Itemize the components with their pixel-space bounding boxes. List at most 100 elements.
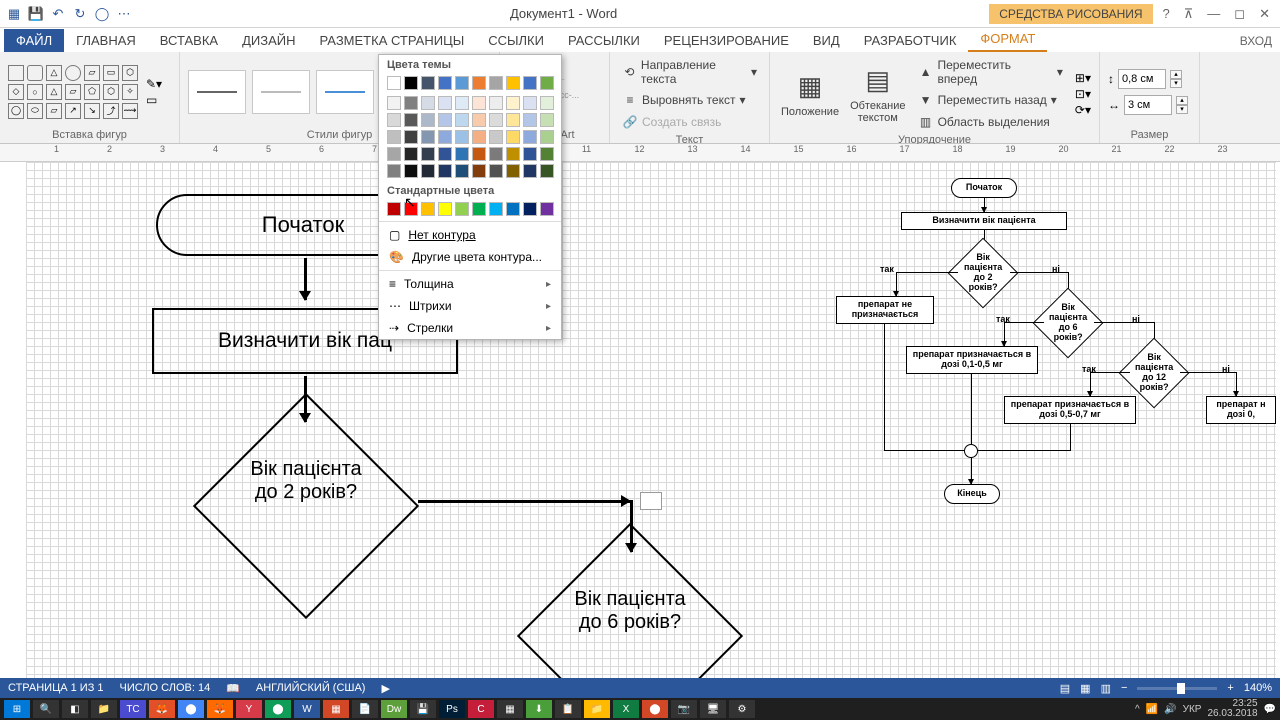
edit-shape-icon[interactable]: ✎▾: [146, 77, 162, 91]
ribbon-collapse-icon[interactable]: ⊼: [1184, 6, 1194, 22]
tab-dev[interactable]: РАЗРАБОТЧИК: [852, 29, 969, 52]
send-backward-button[interactable]: ▼Переместить назад▾: [914, 90, 1067, 110]
taskbar: ⊞ 🔍 ◧ 📁 TC 🦊 ⬤ 🦊 Y ⬤ W ▦ 📄 Dw 💾 Ps C ▦ ⬇…: [0, 698, 1280, 720]
width-input[interactable]: ↔▴▾: [1108, 95, 1188, 115]
tab-refs[interactable]: ССЫЛКИ: [476, 29, 556, 52]
tb-app[interactable]: 📷: [671, 700, 697, 718]
align-text-button[interactable]: ≡Выровнять текст▾: [618, 90, 761, 110]
tab-design[interactable]: ДИЗАЙН: [230, 29, 307, 52]
bring-forward-button[interactable]: ▲Переместить вперед▾: [914, 56, 1067, 88]
weight-item[interactable]: ≡Толщина▸: [379, 273, 561, 295]
minimize-icon[interactable]: —: [1207, 6, 1220, 22]
group-label: Размер: [1108, 127, 1191, 141]
page-indicator[interactable]: СТРАНИЦА 1 ИЗ 1: [8, 682, 104, 694]
tb-word[interactable]: W: [294, 700, 320, 718]
dashes-item[interactable]: ⋯Штрихи▸: [379, 295, 561, 317]
tb-app[interactable]: X: [613, 700, 639, 718]
tb-app[interactable]: 🦊: [207, 700, 233, 718]
save-icon[interactable]: 💾: [28, 6, 44, 22]
tb-app[interactable]: 🖥: [700, 700, 726, 718]
restore-icon[interactable]: ◻: [1234, 6, 1245, 22]
selection-handle[interactable]: [640, 492, 662, 510]
tb-app[interactable]: ⚙: [729, 700, 755, 718]
view-print-icon[interactable]: ▦: [1080, 682, 1090, 695]
selection-pane-button[interactable]: ▥Область выделения: [914, 112, 1067, 132]
tb-app[interactable]: ⬇: [526, 700, 552, 718]
tab-home[interactable]: ГЛАВНАЯ: [64, 29, 148, 52]
document-canvas[interactable]: Початок Визначити вік пац Вік пацієнтадо…: [0, 162, 1280, 680]
start-button[interactable]: ⊞: [4, 700, 30, 718]
tb-app[interactable]: C: [468, 700, 494, 718]
zoom-out-icon[interactable]: −: [1121, 682, 1127, 694]
tab-insert[interactable]: ВСТАВКА: [148, 29, 230, 52]
ribbon: △▱▭⬡ ◇○△▱⬠⬡✧ ◯⬭▱↗↘⤴⟿ ✎▾ ▭ Вставка фигур …: [0, 52, 1280, 144]
connector[interactable]: [304, 258, 307, 300]
tab-layout[interactable]: РАЗМЕТКА СТРАНИЦЫ: [308, 29, 477, 52]
more-icon[interactable]: ⋯: [116, 6, 132, 22]
word-count[interactable]: ЧИСЛО СЛОВ: 14: [120, 682, 211, 694]
tab-mail[interactable]: РАССЫЛКИ: [556, 29, 652, 52]
group-arrange: ▦Положение ▤Обтекание текстом ▲Перемести…: [770, 52, 1100, 143]
tb-app[interactable]: ▦: [497, 700, 523, 718]
tb-app[interactable]: Ps: [439, 700, 465, 718]
tb-app[interactable]: 📄: [352, 700, 378, 718]
shapes-gallery[interactable]: △▱▭⬡ ◇○△▱⬠⬡✧ ◯⬭▱↗↘⤴⟿: [8, 65, 138, 119]
shape-decision-2[interactable]: Вік пацієнтадо 6 років?: [550, 556, 710, 680]
tb-app[interactable]: 🦊: [149, 700, 175, 718]
spell-icon[interactable]: 📖: [226, 682, 240, 695]
position-button[interactable]: ▦Положение: [778, 59, 842, 129]
tb-app[interactable]: 📋: [555, 700, 581, 718]
redo-icon[interactable]: ↻: [72, 6, 88, 22]
tb-app[interactable]: Dw: [381, 700, 407, 718]
title-bar: ▦ 💾 ↶ ↻ ◯ ⋯ Документ1 - Word СРЕДСТВА РИ…: [0, 0, 1280, 28]
help-icon[interactable]: ?: [1163, 6, 1170, 22]
zoom-slider[interactable]: [1137, 687, 1217, 690]
tb-app[interactable]: TC: [120, 700, 146, 718]
create-link-button: 🔗Создать связь: [618, 112, 761, 132]
undo-icon[interactable]: ↶: [50, 6, 66, 22]
language-indicator[interactable]: АНГЛИЙСКИЙ (США): [256, 682, 366, 694]
theme-shade-swatches[interactable]: [379, 93, 561, 181]
circle-icon[interactable]: ◯: [94, 6, 110, 22]
mini-start: Початок: [951, 178, 1017, 198]
rotate-icon[interactable]: ⟳▾: [1075, 103, 1091, 117]
macro-icon[interactable]: ▶: [381, 682, 389, 695]
wrap-text-button[interactable]: ▤Обтекание текстом: [846, 59, 910, 129]
shape-decision-1[interactable]: Вік пацієнтадо 2 років?: [226, 426, 386, 586]
cursor-icon: ↖: [404, 194, 416, 211]
arrows-item[interactable]: ⇢Стрелки▸: [379, 317, 561, 339]
zoom-level[interactable]: 140%: [1244, 682, 1272, 694]
tab-view[interactable]: ВИД: [801, 29, 852, 52]
tb-app[interactable]: ⬤: [178, 700, 204, 718]
no-outline-item[interactable]: ▢Нет контура: [379, 224, 561, 246]
tb-app[interactable]: 📁: [91, 700, 117, 718]
tb-app[interactable]: ⬤: [642, 700, 668, 718]
align-icon[interactable]: ⊞▾: [1075, 71, 1091, 85]
close-icon[interactable]: ✕: [1259, 6, 1270, 22]
more-colors-item[interactable]: 🎨Другие цвета контура...: [379, 246, 561, 268]
tab-review[interactable]: РЕЦЕНЗИРОВАНИЕ: [652, 29, 801, 52]
system-tray[interactable]: ^📶🔊 УКР 23:2526.03.2018 💬: [1135, 699, 1276, 719]
shape-styles-gallery[interactable]: [188, 70, 374, 114]
text-direction-button[interactable]: ⟲Направление текста▾: [618, 56, 761, 88]
document-title: Документ1 - Word: [138, 6, 989, 21]
height-input[interactable]: ↕▴▾: [1108, 69, 1188, 89]
tb-app[interactable]: ▦: [323, 700, 349, 718]
view-web-icon[interactable]: ▥: [1101, 682, 1111, 695]
tb-app[interactable]: Y: [236, 700, 262, 718]
sign-in[interactable]: Вход: [1228, 30, 1280, 52]
view-read-icon[interactable]: ▤: [1060, 682, 1070, 695]
search-icon[interactable]: 🔍: [33, 700, 59, 718]
tab-file[interactable]: ФАЙЛ: [4, 29, 64, 52]
tb-app[interactable]: 📁: [584, 700, 610, 718]
tab-format[interactable]: ФОРМАТ: [968, 27, 1047, 52]
theme-color-swatches[interactable]: [379, 73, 561, 93]
zoom-in-icon[interactable]: +: [1227, 682, 1233, 694]
textbox-icon[interactable]: ▭: [146, 93, 162, 107]
ruler: 1234567891011121314151617181920212223: [0, 144, 1280, 162]
group-icon[interactable]: ⊡▾: [1075, 87, 1091, 101]
connector[interactable]: [418, 500, 630, 503]
tb-app[interactable]: 💾: [410, 700, 436, 718]
tb-app[interactable]: ⬤: [265, 700, 291, 718]
taskview-icon[interactable]: ◧: [62, 700, 88, 718]
